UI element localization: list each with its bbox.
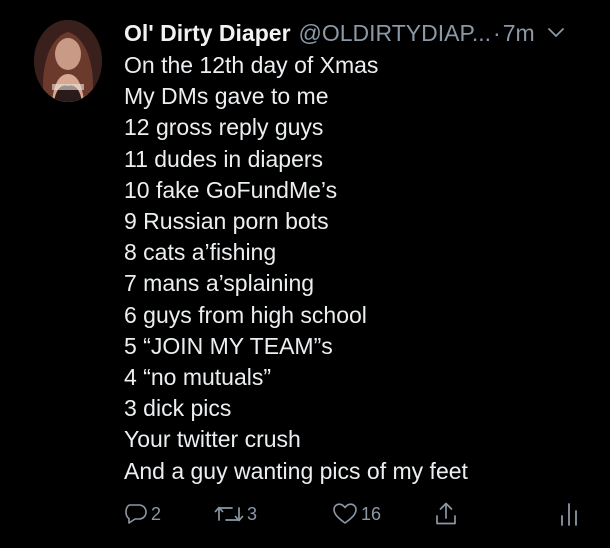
tweet-line: On the 12th day of Xmas xyxy=(124,52,379,78)
retweet-icon xyxy=(214,502,244,526)
tweet-line: My DMs gave to me xyxy=(124,83,329,110)
tweet-actions: 2 3 16 xyxy=(124,496,594,532)
tweet-line: 3 dick pics xyxy=(124,395,232,422)
tweet-line: 11 dudes in diapers xyxy=(124,145,324,172)
tweet-line: 8 cats a’fishing xyxy=(124,239,277,266)
share-button[interactable] xyxy=(434,496,458,532)
avatar-photo xyxy=(34,20,102,102)
tweet-line: 10 fake GoFundMe’s xyxy=(124,176,338,203)
analytics-icon xyxy=(558,501,580,527)
tweet-line: 7 mans a’splaining xyxy=(124,270,315,297)
tweet-line: 4 “no mutuals” xyxy=(124,364,272,391)
tweet-header: Ol' Dirty Diaper @OLDIRTYDIAP... · 7m xyxy=(124,16,596,50)
reply-icon xyxy=(124,502,148,526)
like-button[interactable]: 16 xyxy=(332,496,381,532)
reply-button[interactable]: 2 xyxy=(124,496,161,532)
tweet-line: 9 Russian porn bots xyxy=(124,208,329,235)
user-handle[interactable]: @OLDIRTYDIAP... xyxy=(299,16,492,50)
tweet-text: On the 12th day of Xmas My DMs gave to m… xyxy=(124,50,594,487)
like-count: 16 xyxy=(361,503,382,524)
display-name[interactable]: Ol' Dirty Diaper xyxy=(124,16,291,50)
timestamp[interactable]: 7m xyxy=(503,16,535,50)
tweet-line: And a guy wanting pics of my feet xyxy=(124,457,468,484)
tweet-line: 12 gross reply guys xyxy=(124,114,324,141)
tweet-line: 6 guys from high school xyxy=(124,301,367,328)
tweet-view: Ol' Dirty Diaper @OLDIRTYDIAP... · 7m On… xyxy=(0,0,610,548)
retweet-count: 3 xyxy=(247,503,258,524)
avatar[interactable] xyxy=(34,20,102,102)
tweet-line: Your twitter crush xyxy=(124,426,301,453)
tweet-line: 5 “JOIN MY TEAM”s xyxy=(124,332,333,359)
chevron-down-icon[interactable] xyxy=(547,24,565,42)
separator-dot: · xyxy=(493,20,501,46)
heart-icon xyxy=(332,502,358,526)
retweet-button[interactable]: 3 xyxy=(214,496,257,532)
analytics-button[interactable] xyxy=(558,496,580,532)
reply-count: 2 xyxy=(151,503,162,524)
share-icon xyxy=(434,501,458,527)
